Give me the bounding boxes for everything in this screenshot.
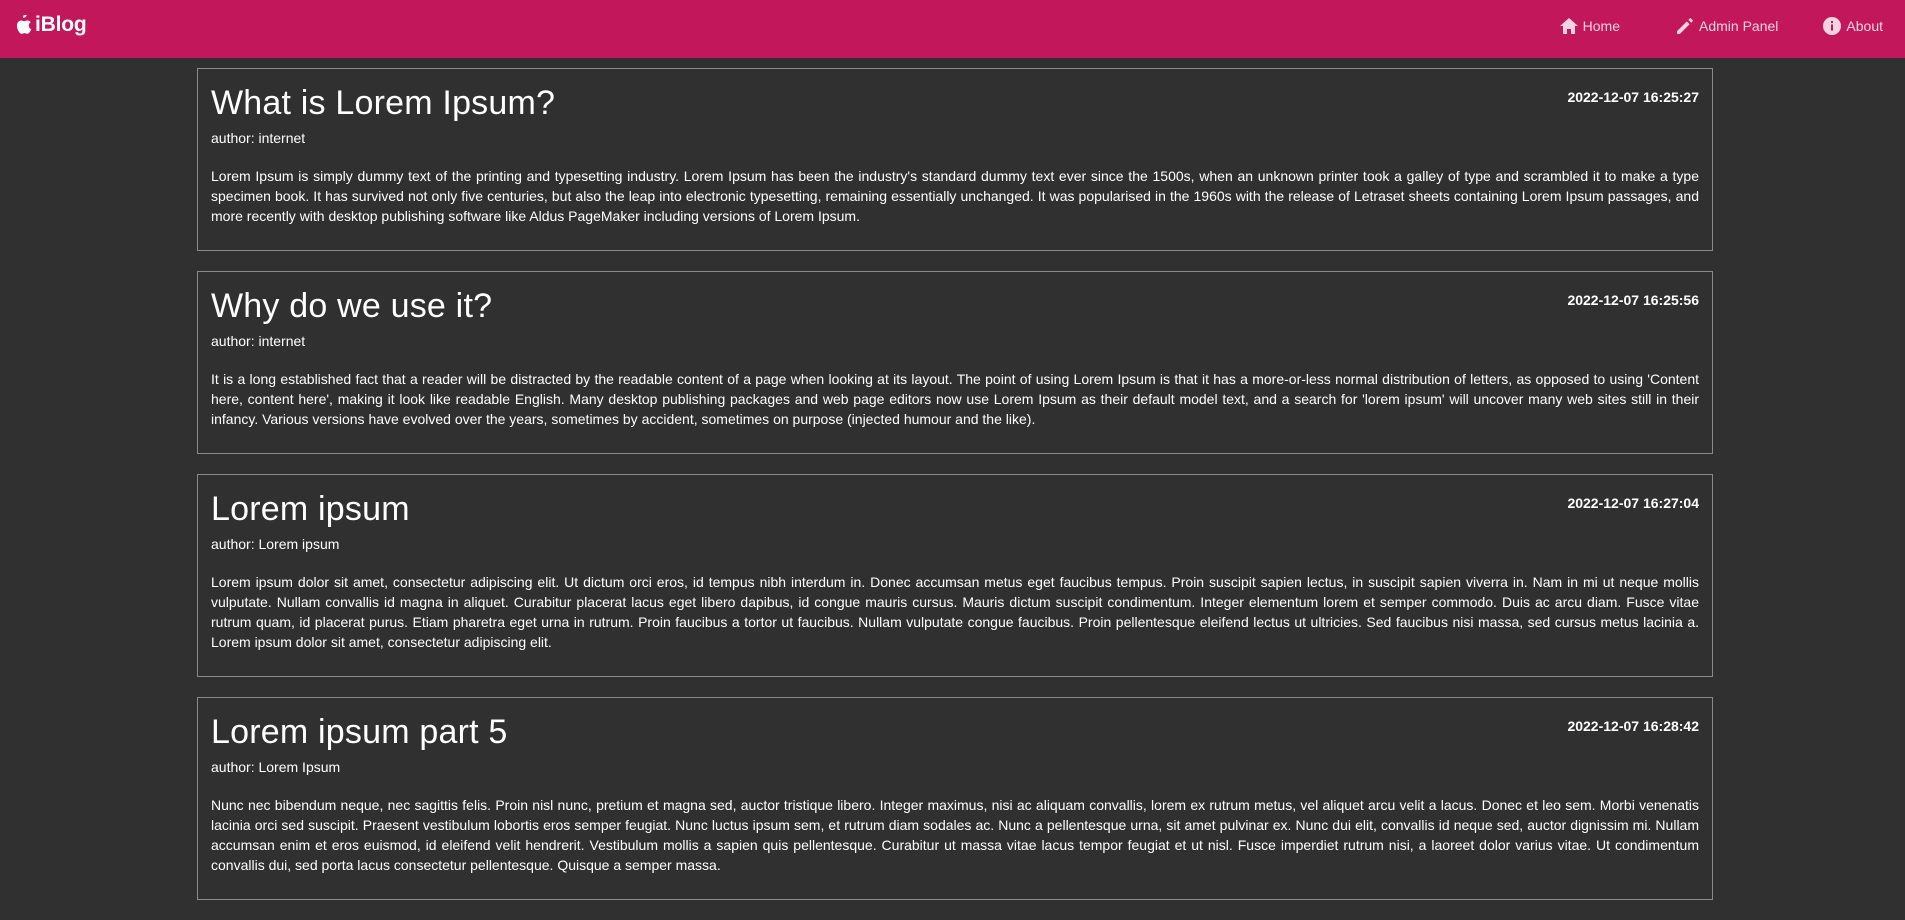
post-title[interactable]: What is Lorem Ipsum? (211, 83, 1699, 123)
nav-about-label: About (1846, 18, 1883, 34)
post-card: Lorem ipsum 2022-12-07 16:27:04 author: … (197, 474, 1713, 677)
nav-links: Home Admin Panel About (1559, 0, 1905, 52)
post-date: 2022-12-07 16:25:27 (1567, 89, 1699, 105)
top-navbar: iBlog Home Admin Panel About (0, 0, 1905, 58)
post-title[interactable]: Lorem ipsum part 5 (211, 712, 1699, 752)
post-author: author: Lorem ipsum (211, 536, 340, 552)
post-title[interactable]: Why do we use it? (211, 286, 1699, 326)
post-body: Lorem ipsum dolor sit amet, consectetur … (211, 574, 1699, 650)
home-icon (1559, 17, 1579, 35)
post-card: Why do we use it? 2022-12-07 16:25:56 au… (197, 271, 1713, 454)
nav-home-label: Home (1582, 18, 1621, 34)
pencil-icon (1675, 16, 1695, 36)
post-body: It is a long established fact that a rea… (211, 371, 1699, 427)
post-body: Nunc nec bibendum neque, nec sagittis fe… (211, 797, 1699, 873)
post-date: 2022-12-07 16:27:04 (1567, 495, 1699, 511)
brand-link[interactable]: iBlog (14, 13, 87, 37)
post-date: 2022-12-07 16:28:42 (1567, 718, 1699, 734)
info-icon (1822, 16, 1842, 36)
post-body: Lorem Ipsum is simply dummy text of the … (211, 168, 1699, 224)
apple-icon (14, 15, 32, 35)
nav-about-link[interactable]: About (1822, 16, 1883, 36)
post-card: What is Lorem Ipsum? 2022-12-07 16:25:27… (197, 68, 1713, 251)
post-author: author: internet (211, 130, 306, 146)
post-author: author: internet (211, 333, 306, 349)
post-title[interactable]: Lorem ipsum (211, 489, 1699, 529)
post-list: What is Lorem Ipsum? 2022-12-07 16:25:27… (197, 68, 1713, 920)
post-author: author: Lorem Ipsum (211, 759, 341, 775)
brand-name: iBlog (35, 13, 87, 36)
nav-admin-panel-link[interactable]: Admin Panel (1675, 16, 1778, 36)
post-card: Lorem ipsum part 5 2022-12-07 16:28:42 a… (197, 697, 1713, 900)
nav-home-link[interactable]: Home (1559, 17, 1620, 35)
nav-admin-panel-label: Admin Panel (1699, 18, 1779, 34)
post-date: 2022-12-07 16:25:56 (1567, 292, 1699, 308)
